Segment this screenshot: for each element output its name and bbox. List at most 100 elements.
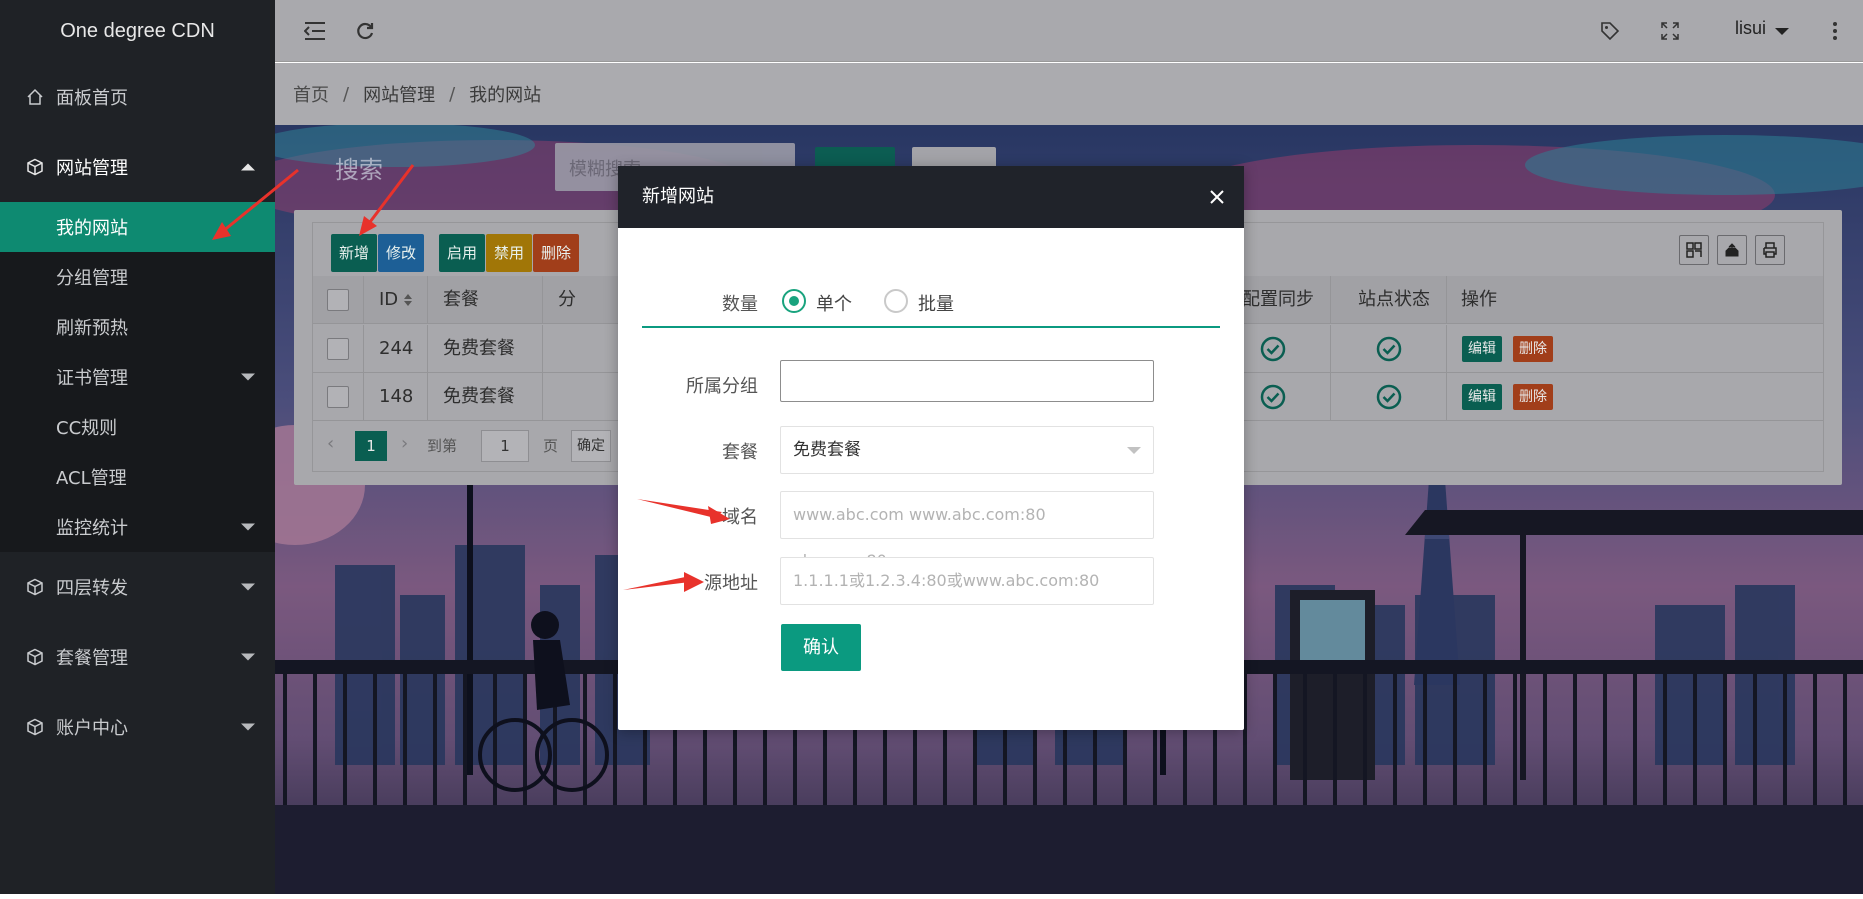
row-delete-button[interactable]: 删除 (1513, 336, 1553, 362)
nav-package-mgmt[interactable]: 套餐管理 (0, 622, 275, 692)
sidebar-item-label: ACL管理 (56, 468, 127, 489)
home-icon (24, 86, 46, 108)
cube-icon (24, 716, 46, 738)
column-header-site-status: 站点状态 (1358, 289, 1430, 310)
print-button[interactable] (1755, 235, 1785, 265)
dialog-title: 新增网站 (642, 186, 714, 207)
kebab-icon (1833, 22, 1837, 40)
package-select-value: 免费套餐 (793, 440, 861, 460)
fullscreen-icon (1661, 22, 1679, 40)
disable-button[interactable]: 禁用 (486, 234, 532, 272)
page-unit: 页 (543, 437, 559, 455)
sidebar-item-label: 刷新预热 (56, 318, 128, 339)
caret-down-icon (241, 723, 255, 731)
nav-layer4-label: 四层转发 (56, 578, 128, 599)
radio-single[interactable] (782, 289, 806, 313)
breadcrumb-home[interactable]: 首页 (293, 81, 329, 107)
cell-id: 148 (379, 386, 414, 407)
row-delete-button[interactable]: 删除 (1513, 384, 1553, 410)
fullscreen-button[interactable] (1655, 16, 1685, 46)
prev-page-icon[interactable]: ‹ (327, 433, 334, 454)
caret-up-icon (241, 163, 255, 171)
export-icon (1725, 243, 1739, 257)
export-button[interactable] (1717, 235, 1747, 265)
package-select[interactable]: 免费套餐 (780, 426, 1154, 474)
column-header-id[interactable]: ID (379, 276, 398, 324)
sort-icon[interactable] (403, 292, 413, 308)
top-header: lisui (275, 0, 1863, 62)
row-edit-button[interactable]: 编辑 (1462, 384, 1502, 410)
nav-account-center-label: 账户中心 (56, 718, 128, 739)
goto-confirm-button[interactable]: 确定 (571, 430, 611, 462)
app-logo: One degree CDN (60, 20, 215, 42)
columns-filter-button[interactable] (1679, 235, 1709, 265)
refresh-button[interactable] (350, 16, 380, 46)
select-all-checkbox[interactable] (327, 289, 349, 311)
collapse-menu-button[interactable] (300, 16, 330, 46)
next-page-icon[interactable]: › (401, 433, 408, 454)
cube-icon (24, 646, 46, 668)
sidebar-item-refresh[interactable]: 刷新预热 (0, 302, 275, 352)
grid-icon (1686, 242, 1702, 258)
origin-label: 源地址 (704, 573, 758, 594)
enable-button[interactable]: 启用 (439, 234, 485, 272)
sidebar-item-my-sites[interactable]: 我的网站 (0, 202, 275, 252)
package-label: 套餐 (722, 442, 758, 463)
check-circle-icon (1260, 384, 1286, 410)
sidebar-item-label: 分组管理 (56, 268, 128, 289)
check-circle-icon (1376, 336, 1402, 362)
sidebar-item-label: 我的网站 (56, 218, 128, 239)
radio-batch-label[interactable]: 批量 (918, 290, 954, 316)
close-icon[interactable] (1208, 188, 1226, 206)
search-label: 搜索 (335, 156, 383, 184)
nav-home[interactable]: 面板首页 (0, 62, 275, 132)
edit-button[interactable]: 修改 (378, 234, 424, 272)
column-header-package: 套餐 (443, 289, 479, 310)
breadcrumb-current: 我的网站 (469, 85, 542, 106)
check-circle-icon (1376, 384, 1402, 410)
website-submenu: 我的网站 分组管理 刷新预热 证书管理 CC规则 ACL管理 监控统计 (0, 202, 275, 552)
row-checkbox[interactable] (327, 338, 349, 360)
origin-placeholder: 1.1.1.1或1.2.3.4:80或www.abc.com:80 (793, 571, 1100, 590)
column-header-config-sync: 配置同步 (1242, 289, 1314, 310)
nav-website-mgmt[interactable]: 网站管理 (0, 132, 275, 202)
goto-page-input[interactable]: 1 (481, 430, 529, 462)
user-menu[interactable]: lisui (1735, 18, 1766, 39)
sidebar-item-certs[interactable]: 证书管理 (0, 352, 275, 402)
sidebar-item-acl[interactable]: ACL管理 (0, 452, 275, 502)
printer-icon (1763, 242, 1777, 258)
nav-website-mgmt-label: 网站管理 (56, 158, 128, 179)
row-edit-button[interactable]: 编辑 (1462, 336, 1502, 362)
sidebar-item-label: CC规则 (56, 418, 118, 439)
more-menu-button[interactable] (1820, 16, 1850, 46)
confirm-button[interactable]: 确认 (781, 624, 861, 671)
page-current[interactable]: 1 (355, 431, 387, 461)
origin-input[interactable]: 1.1.1.1或1.2.3.4:80或www.abc.com:80 (780, 557, 1154, 605)
tag-button[interactable] (1595, 16, 1625, 46)
group-input[interactable] (780, 360, 1154, 402)
check-circle-icon (1260, 336, 1286, 362)
tag-icon (1601, 22, 1620, 41)
add-site-dialog: 新增网站 数量 单个 批量 所属分组 套餐 免费套餐 域名 www.abc.co… (618, 166, 1244, 730)
breadcrumb-website-mgmt[interactable]: 网站管理 (363, 81, 435, 107)
delete-button[interactable]: 删除 (533, 234, 579, 272)
nav-layer4[interactable]: 四层转发 (0, 552, 275, 622)
breadcrumb-separator: / (449, 83, 456, 105)
row-checkbox[interactable] (327, 386, 349, 408)
column-header-group: 分 (558, 289, 576, 310)
nav-home-label: 面板首页 (56, 88, 128, 109)
caret-down-icon (241, 523, 255, 531)
radio-single-label[interactable]: 单个 (816, 290, 852, 316)
caret-down-icon (241, 373, 255, 381)
sidebar-item-groups[interactable]: 分组管理 (0, 252, 275, 302)
column-header-actions: 操作 (1461, 289, 1497, 310)
cell-package: 免费套餐 (443, 338, 515, 359)
caret-down-icon (241, 653, 255, 661)
cube-icon (24, 576, 46, 598)
sidebar-item-monitor[interactable]: 监控统计 (0, 502, 275, 552)
sidebar-item-cc-rules[interactable]: CC规则 (0, 402, 275, 452)
domain-input[interactable]: www.abc.com www.abc.com:80 abc.com:80 (780, 491, 1154, 570)
radio-batch[interactable] (884, 289, 908, 313)
nav-account-center[interactable]: 账户中心 (0, 692, 275, 762)
add-button[interactable]: 新增 (331, 234, 377, 272)
